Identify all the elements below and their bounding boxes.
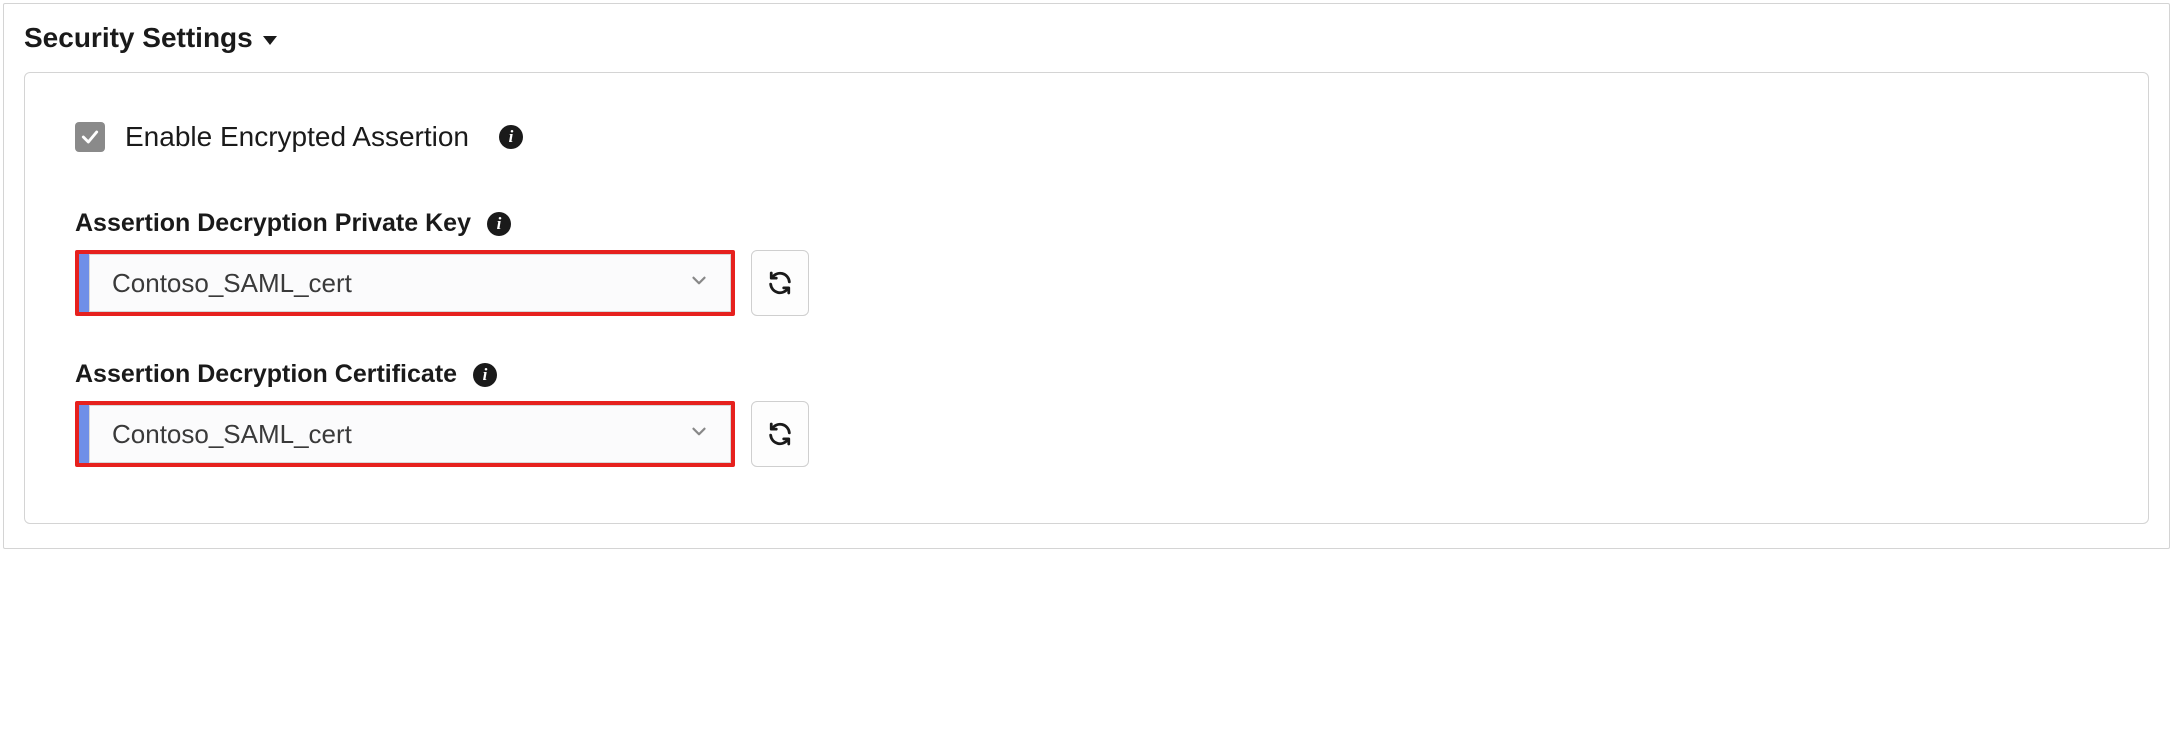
private-key-refresh-button[interactable]: [751, 250, 809, 316]
select-accent-bar: [79, 405, 89, 463]
caret-down-icon: [263, 36, 277, 45]
info-icon[interactable]: i: [487, 212, 511, 236]
private-key-label-row: Assertion Decryption Private Key i: [75, 209, 2098, 238]
settings-panel: Enable Encrypted Assertion i Assertion D…: [24, 72, 2149, 524]
security-settings-section: Security Settings Enable Encrypted Asser…: [3, 3, 2170, 549]
enable-encrypted-assertion-row: Enable Encrypted Assertion i: [75, 121, 2098, 153]
section-header[interactable]: Security Settings: [24, 22, 2149, 54]
info-icon[interactable]: i: [473, 363, 497, 387]
certificate-input-row: Contoso_SAML_cert: [75, 401, 2098, 467]
private-key-select-value: Contoso_SAML_cert: [112, 268, 352, 299]
enable-encrypted-assertion-label: Enable Encrypted Assertion: [125, 121, 469, 153]
select-accent-bar: [79, 254, 89, 312]
certificate-label-row: Assertion Decryption Certificate i: [75, 360, 2098, 389]
certificate-select-highlight: Contoso_SAML_cert: [75, 401, 735, 467]
enable-encrypted-assertion-checkbox[interactable]: [75, 122, 105, 152]
private-key-select[interactable]: Contoso_SAML_cert: [89, 254, 731, 312]
section-title: Security Settings: [24, 22, 253, 54]
refresh-icon: [766, 420, 794, 448]
certificate-select[interactable]: Contoso_SAML_cert: [89, 405, 731, 463]
certificate-select-value: Contoso_SAML_cert: [112, 419, 352, 450]
certificate-label: Assertion Decryption Certificate: [75, 360, 457, 389]
private-key-label: Assertion Decryption Private Key: [75, 209, 471, 238]
certificate-refresh-button[interactable]: [751, 401, 809, 467]
refresh-icon: [766, 269, 794, 297]
check-icon: [80, 127, 100, 147]
private-key-select-highlight: Contoso_SAML_cert: [75, 250, 735, 316]
chevron-down-icon: [688, 421, 710, 448]
certificate-field: Assertion Decryption Certificate i Conto…: [75, 360, 2098, 467]
private-key-input-row: Contoso_SAML_cert: [75, 250, 2098, 316]
chevron-down-icon: [688, 270, 710, 297]
info-icon[interactable]: i: [499, 125, 523, 149]
private-key-field: Assertion Decryption Private Key i Conto…: [75, 209, 2098, 316]
